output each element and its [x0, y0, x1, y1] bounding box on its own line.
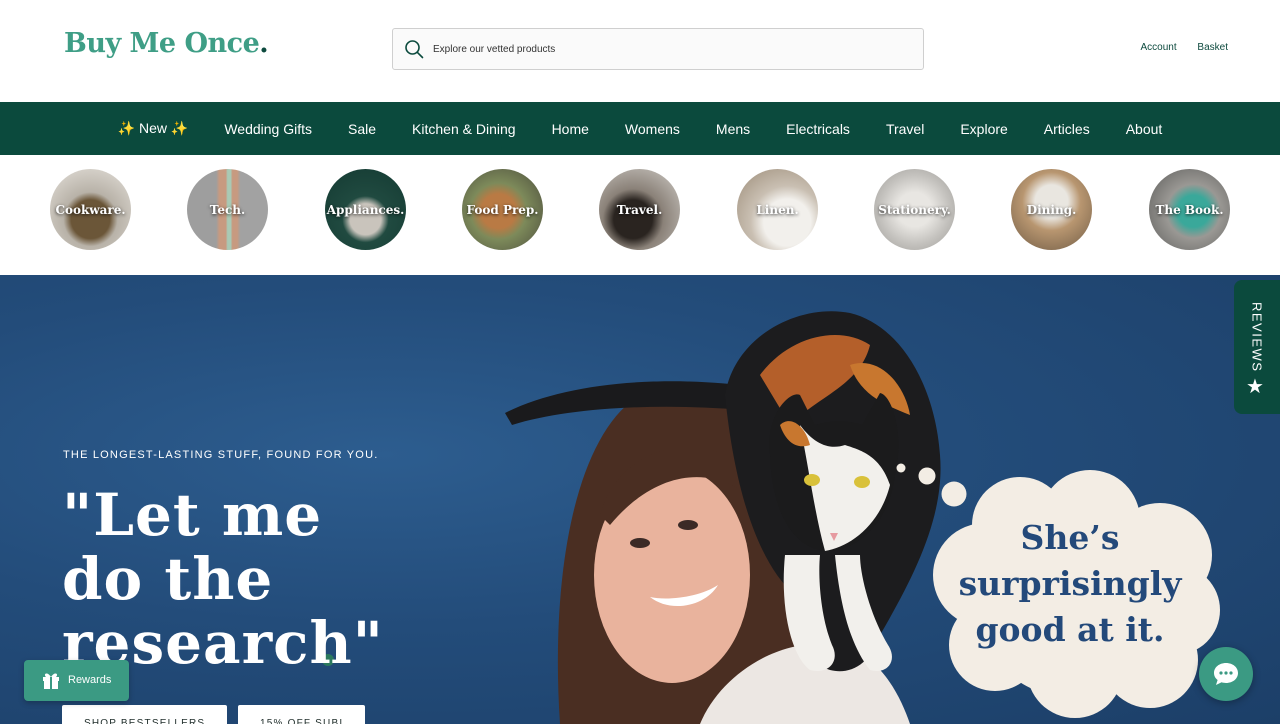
nav-item-home[interactable]: Home — [552, 121, 589, 137]
category-label: Travel. — [616, 202, 663, 217]
header-links: Account Basket — [1123, 42, 1229, 53]
search-icon[interactable] — [404, 39, 424, 59]
nav-item-mens[interactable]: Mens — [716, 121, 750, 137]
star-icon: ★ — [1246, 376, 1264, 398]
category-appliances[interactable]: Appliances. — [325, 169, 406, 250]
category-label: Dining. — [1026, 202, 1077, 217]
category-stationery[interactable]: Stationery. — [874, 169, 955, 250]
logo[interactable]: Buy Me Once. — [64, 28, 269, 59]
nav-item-travel[interactable]: Travel — [886, 121, 924, 137]
nav-item-wedding-gifts[interactable]: Wedding Gifts — [224, 121, 312, 137]
account-link[interactable]: Account — [1141, 42, 1177, 53]
nav-item-articles[interactable]: Articles — [1044, 121, 1090, 137]
category-cookware[interactable]: Cookware. — [50, 169, 131, 250]
hero-headline: "Let me do the research" — [62, 481, 384, 677]
main-nav: ✨ New ✨ Wedding Gifts Sale Kitchen & Din… — [0, 102, 1280, 155]
site-header: Buy Me Once. Account Basket — [0, 0, 1280, 102]
nav-item-kitchen-dining[interactable]: Kitchen & Dining — [412, 121, 516, 137]
nav-item-sale[interactable]: Sale — [348, 121, 376, 137]
logo-text: Buy Me Once — [64, 28, 260, 59]
nav-item-about[interactable]: About — [1126, 121, 1163, 137]
reviews-tab[interactable]: REVIEWS ★ — [1234, 280, 1280, 414]
category-label: Linen. — [756, 202, 799, 217]
category-tech[interactable]: Tech. — [187, 169, 268, 250]
category-linen[interactable]: Linen. — [737, 169, 818, 250]
category-dining[interactable]: Dining. — [1011, 169, 1092, 250]
search-box[interactable] — [392, 28, 924, 70]
category-label: Cookware. — [55, 202, 126, 217]
hero-banner: THE LONGEST-LASTING STUFF, FOUND FOR YOU… — [0, 275, 1280, 724]
category-label: Tech. — [209, 202, 246, 217]
category-label: Stationery. — [878, 202, 951, 217]
thought-bubble-text: She’s surprisingly good at it. — [958, 518, 1182, 649]
nav-item-new[interactable]: ✨ New ✨ — [118, 120, 189, 137]
search-input[interactable] — [433, 38, 903, 60]
basket-link[interactable]: Basket — [1197, 42, 1228, 53]
category-food-prep[interactable]: Food Prep. — [462, 169, 543, 250]
chat-bubble-icon — [1214, 663, 1238, 685]
category-carousel: Cookware. Tech. Appliances. Food Prep. T… — [0, 155, 1280, 275]
reviews-label: REVIEWS — [1249, 302, 1265, 373]
nav-item-womens[interactable]: Womens — [625, 121, 680, 137]
shop-bestsellers-button[interactable]: SHOP BESTSELLERS — [62, 705, 228, 724]
nav-item-electricals[interactable]: Electricals — [786, 121, 850, 137]
hero-tagline: THE LONGEST-LASTING STUFF, FOUND FOR YOU… — [63, 449, 379, 461]
category-label: The Book. — [1155, 202, 1224, 217]
category-the-book[interactable]: The Book. — [1149, 169, 1230, 250]
rewards-button[interactable]: Rewards — [24, 660, 129, 701]
rewards-label: Rewards — [68, 674, 112, 686]
chat-button[interactable] — [1199, 647, 1253, 701]
nav-item-explore[interactable]: Explore — [960, 121, 1007, 137]
discount-button[interactable]: 15% OFF SUBI — [238, 705, 366, 724]
gift-icon — [43, 673, 59, 689]
category-label: Appliances. — [326, 202, 405, 217]
category-travel[interactable]: Travel. — [599, 169, 680, 250]
logo-dot: . — [259, 28, 269, 59]
category-label: Food Prep. — [466, 202, 539, 217]
